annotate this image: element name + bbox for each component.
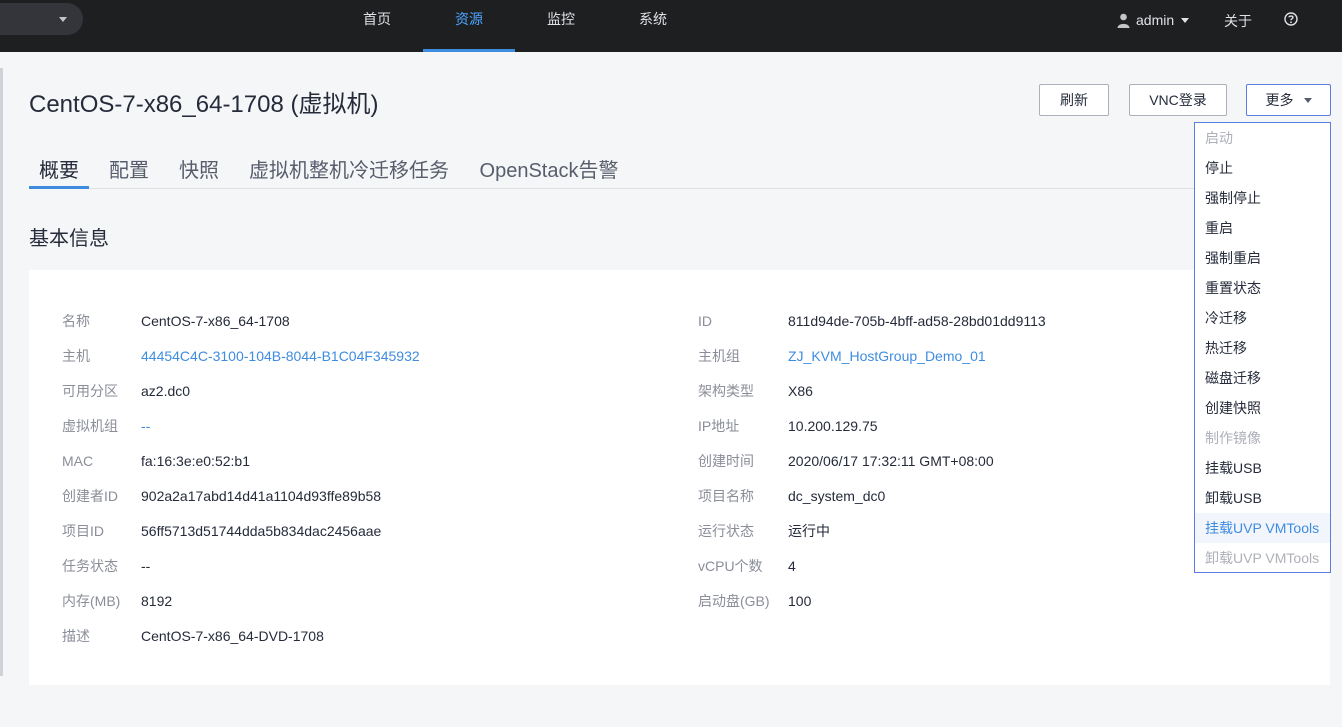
nav-system[interactable]: 系统 bbox=[623, 0, 683, 52]
menu-item-force-stop[interactable]: 强制停止 bbox=[1195, 183, 1330, 213]
info-value: -- bbox=[141, 558, 151, 574]
info-label: ID bbox=[698, 313, 712, 329]
info-value: 运行中 bbox=[788, 523, 830, 539]
section-title: 基本信息 bbox=[29, 228, 109, 250]
info-label: 主机组 bbox=[698, 348, 740, 364]
chevron-down-icon bbox=[1303, 97, 1312, 103]
vnc-login-button[interactable]: VNC登录 bbox=[1129, 84, 1227, 116]
more-button-label: 更多 bbox=[1265, 92, 1294, 108]
info-value: 8192 bbox=[141, 593, 173, 609]
basic-info-card: 名称 CentOS-7-x86_64-1708 主机 44454C4C-3100… bbox=[29, 270, 1330, 685]
info-label: 创建时间 bbox=[698, 453, 754, 469]
info-value: 100 bbox=[788, 593, 812, 609]
nav-home[interactable]: 首页 bbox=[347, 0, 407, 52]
info-label: 运行状态 bbox=[698, 523, 754, 539]
info-label: 创建者ID bbox=[62, 488, 118, 504]
host-group-link[interactable]: ZJ_KVM_HostGroup_Demo_01 bbox=[788, 346, 986, 366]
chevron-down-icon bbox=[59, 17, 67, 22]
chevron-down-icon bbox=[1181, 17, 1190, 23]
menu-item-cold-migrate[interactable]: 冷迁移 bbox=[1195, 303, 1330, 333]
help-icon[interactable] bbox=[1284, 12, 1298, 26]
info-value: 902a2a17abd14d41a1104d93ffe89b58 bbox=[141, 488, 382, 504]
info-value: fa:16:3e:e0:52:b1 bbox=[141, 453, 250, 469]
menu-item-start: 启动 bbox=[1205, 130, 1233, 146]
info-value: CentOS-7-x86_64-DVD-1708 bbox=[141, 628, 324, 644]
info-label: 内存(MB) bbox=[62, 593, 121, 609]
info-label: 项目ID bbox=[62, 523, 104, 539]
more-dropdown-menu: 启动 停止 强制停止 重启 强制重启 重置状态 冷迁移 热迁移 磁盘迁移 创建快… bbox=[1194, 122, 1331, 573]
user-menu[interactable]: admin bbox=[1117, 10, 1190, 30]
menu-item-force-reboot[interactable]: 强制重启 bbox=[1195, 243, 1330, 273]
menu-item-live-migrate[interactable]: 热迁移 bbox=[1195, 333, 1330, 363]
info-label: 虚拟机组 bbox=[62, 418, 118, 434]
info-label: 架构类型 bbox=[698, 383, 754, 399]
user-icon bbox=[1117, 13, 1130, 28]
menu-item-stop[interactable]: 停止 bbox=[1195, 153, 1330, 183]
info-label: 任务状态 bbox=[62, 558, 118, 574]
info-value: X86 bbox=[788, 383, 813, 399]
menu-item-disk-migrate[interactable]: 磁盘迁移 bbox=[1195, 363, 1330, 393]
nav-resources[interactable]: 资源 bbox=[423, 0, 515, 52]
page-title: CentOS-7-x86_64-1708 (虚拟机) bbox=[29, 91, 379, 118]
menu-item-create-snapshot[interactable]: 创建快照 bbox=[1195, 393, 1330, 423]
tab-cold-migration-tasks[interactable]: 虚拟机整机冷迁移任务 bbox=[245, 156, 453, 187]
about-link[interactable]: 关于 bbox=[1224, 11, 1252, 31]
info-label: 主机 bbox=[62, 348, 90, 364]
info-value: dc_system_dc0 bbox=[788, 488, 886, 504]
tab-openstack-alarms[interactable]: OpenStack告警 bbox=[475, 156, 623, 187]
tab-overview[interactable]: 概要 bbox=[29, 156, 89, 189]
info-value: az2.dc0 bbox=[141, 383, 191, 399]
info-value: CentOS-7-x86_64-1708 bbox=[141, 313, 290, 329]
info-value: 2020/06/17 17:32:11 GMT+08:00 bbox=[788, 453, 994, 469]
tab-config[interactable]: 配置 bbox=[105, 156, 153, 187]
menu-item-mount-usb[interactable]: 挂载USB bbox=[1195, 453, 1330, 483]
menu-item-mount-vmtools[interactable]: 挂载UVP VMTools bbox=[1195, 513, 1330, 543]
info-value: 811d94de-705b-4bff-ad58-28bd01dd9113 bbox=[788, 313, 1046, 329]
menu-item-unmount-usb[interactable]: 卸载USB bbox=[1195, 483, 1330, 513]
tab-snapshots[interactable]: 快照 bbox=[175, 156, 223, 187]
menu-item-reset-state[interactable]: 重置状态 bbox=[1195, 273, 1330, 303]
info-label: IP地址 bbox=[698, 418, 740, 434]
nav-monitor[interactable]: 监控 bbox=[531, 0, 591, 52]
info-label: 描述 bbox=[62, 628, 90, 644]
info-value: 4 bbox=[788, 558, 796, 574]
menu-item-unmount-vmtools: 卸载UVP VMTools bbox=[1205, 550, 1320, 566]
info-label: 可用分区 bbox=[62, 383, 118, 399]
info-value: 10.200.129.75 bbox=[788, 418, 878, 434]
info-label: 项目名称 bbox=[698, 488, 754, 504]
info-label: MAC bbox=[62, 453, 94, 469]
refresh-button[interactable]: 刷新 bbox=[1039, 84, 1109, 116]
vm-group-link[interactable]: -- bbox=[141, 416, 150, 436]
tab-bar: 概要 配置 快照 虚拟机整机冷迁移任务 OpenStack告警 bbox=[29, 156, 1330, 189]
left-divider bbox=[0, 68, 3, 676]
region-select[interactable] bbox=[0, 3, 83, 35]
menu-item-reboot[interactable]: 重启 bbox=[1195, 213, 1330, 243]
top-navbar: 首页 资源 监控 系统 admin 关于 bbox=[0, 0, 1342, 52]
info-label: 启动盘(GB) bbox=[698, 593, 770, 609]
info-label: vCPU个数 bbox=[698, 558, 763, 574]
menu-item-create-image: 制作镜像 bbox=[1205, 430, 1261, 446]
user-name: admin bbox=[1136, 12, 1175, 28]
host-link[interactable]: 44454C4C-3100-104B-8044-B1C04F345932 bbox=[141, 346, 420, 366]
info-label: 名称 bbox=[62, 313, 90, 329]
info-value: 56ff5713d51744dda5b834dac2456aae bbox=[141, 523, 382, 539]
more-button[interactable]: 更多 bbox=[1246, 84, 1331, 116]
